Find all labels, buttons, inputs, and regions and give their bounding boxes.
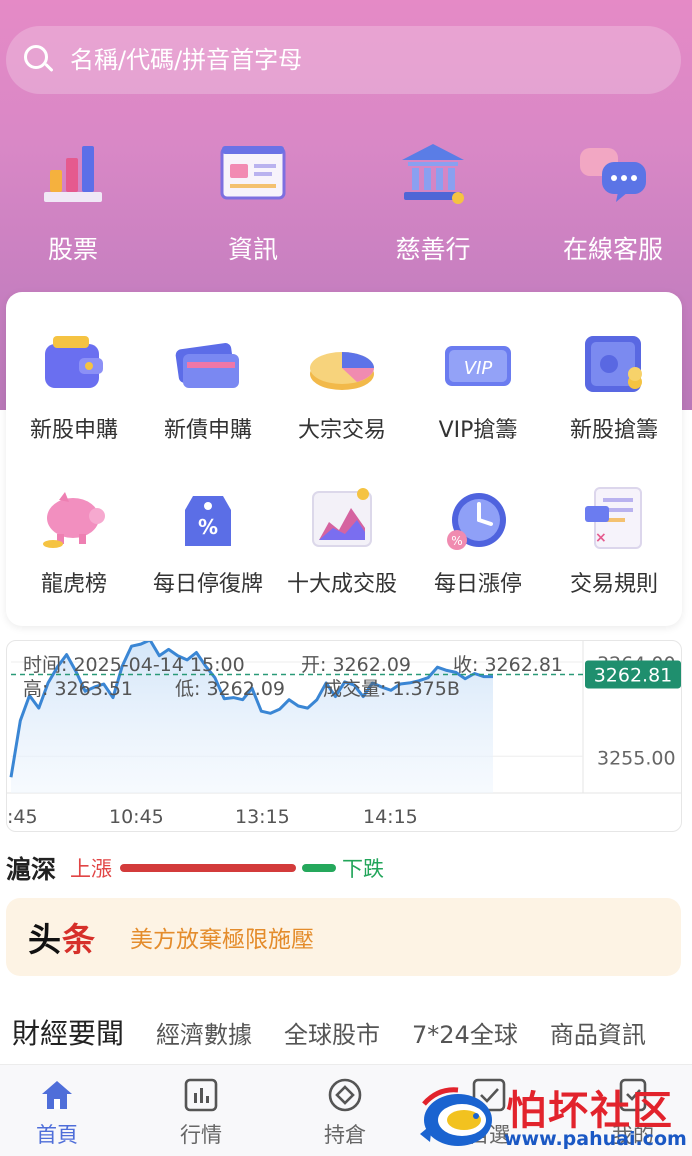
service-vip-grab[interactable]: VIP VIP搶籌 bbox=[410, 330, 546, 444]
safe-icon bbox=[579, 330, 649, 400]
pie-chart-icon bbox=[307, 330, 377, 400]
current-price-label: 3262.81 bbox=[594, 664, 673, 686]
chat-bubbles-icon bbox=[578, 140, 648, 210]
svg-text:%: % bbox=[451, 534, 462, 548]
service-new-stock-subscription[interactable]: 新股申購 bbox=[6, 330, 142, 444]
quick-link-label: 股票 bbox=[47, 235, 98, 264]
service-daily-limit-up[interactable]: % 每日漲停 bbox=[410, 484, 546, 598]
svg-text:%: % bbox=[198, 515, 218, 539]
search-icon bbox=[24, 45, 54, 75]
service-label: 龍虎榜 bbox=[40, 572, 107, 597]
service-label: 每日停復牌 bbox=[152, 572, 263, 597]
service-new-stock-grab[interactable]: 新股搶籌 bbox=[546, 330, 682, 444]
home-icon bbox=[39, 1077, 75, 1113]
tab-commodities[interactable]: 商品資訊 bbox=[550, 1015, 646, 1050]
info-volume: 成交量: 1.375B bbox=[323, 678, 460, 700]
quick-link-label: 資訊 bbox=[227, 235, 278, 264]
alarm-clock-icon: % bbox=[443, 484, 513, 554]
search-bar[interactable] bbox=[6, 26, 681, 94]
service-daily-suspension[interactable]: % 每日停復牌 bbox=[140, 484, 276, 598]
service-trading-rules[interactable]: × 交易規則 bbox=[546, 484, 682, 598]
rules-document-icon: × bbox=[579, 484, 649, 554]
service-top-ten-volume[interactable]: 十大成交股 bbox=[274, 484, 410, 598]
position-circle-icon bbox=[327, 1077, 363, 1113]
vip-card-icon: VIP bbox=[443, 330, 513, 400]
search-input[interactable] bbox=[70, 46, 630, 74]
up-label: 上漲 bbox=[70, 857, 113, 881]
area-chart-icon bbox=[307, 484, 377, 554]
service-label: 新債申購 bbox=[163, 418, 252, 443]
piggy-bank-icon bbox=[39, 484, 109, 554]
news-tabs: 財經要聞 經濟數據 全球股市 7*24全球 商品資訊 bbox=[0, 1000, 692, 1064]
service-new-bond-subscription[interactable]: 新債申購 bbox=[140, 330, 276, 444]
nav-positions[interactable]: 持倉 bbox=[290, 1077, 400, 1149]
down-label: 下跌 bbox=[342, 857, 385, 881]
market-breadth: 滬深 上漲 下跌 bbox=[6, 848, 682, 888]
down-ratio-bar bbox=[302, 864, 337, 872]
tab-economic-data[interactable]: 經濟數據 bbox=[156, 1015, 252, 1050]
y-tick-label: 3255.00 bbox=[597, 747, 676, 769]
bar-chart-icon bbox=[38, 140, 108, 210]
service-label: 新股申購 bbox=[29, 418, 118, 443]
nav-label: 行情 bbox=[180, 1123, 222, 1147]
index-line-chart: 3264.003255.003262.81:4510:4513:1514:15时… bbox=[7, 641, 681, 828]
nav-home[interactable]: 首頁 bbox=[2, 1077, 112, 1149]
cards-icon bbox=[173, 330, 243, 400]
service-label: VIP搶籌 bbox=[438, 418, 518, 443]
tab-global-markets[interactable]: 全球股市 bbox=[284, 1015, 380, 1050]
x-tick-label: :45 bbox=[7, 806, 38, 828]
fish-logo-icon bbox=[418, 1084, 504, 1150]
quick-link-support[interactable]: 在線客服 bbox=[533, 140, 692, 266]
up-ratio-bar bbox=[120, 864, 297, 872]
headline-text[interactable]: 美方放棄極限施壓 bbox=[130, 920, 314, 954]
site-watermark: 怕坏社区 www.pahuai.com bbox=[418, 1078, 692, 1156]
quick-link-stocks[interactable]: 股票 bbox=[0, 140, 153, 266]
service-label: 新股搶籌 bbox=[569, 418, 658, 443]
nav-market[interactable]: 行情 bbox=[146, 1077, 256, 1149]
market-title: 滬深 bbox=[6, 855, 57, 884]
nav-label: 首頁 bbox=[36, 1123, 78, 1147]
info-open: 开: 3262.09 bbox=[301, 654, 411, 676]
toutiao-logo: 头条 bbox=[28, 920, 96, 959]
quick-link-charity[interactable]: 慈善行 bbox=[353, 140, 513, 266]
news-board-icon bbox=[218, 140, 288, 210]
watermark-url: www.pahuai.com bbox=[504, 1128, 687, 1150]
tab-financial-news[interactable]: 財經要聞 bbox=[12, 1012, 124, 1052]
nav-label: 持倉 bbox=[324, 1123, 366, 1147]
info-high: 高: 3263.51 bbox=[23, 678, 133, 700]
discount-tag-icon: % bbox=[173, 484, 243, 554]
quick-link-label: 在線客服 bbox=[562, 235, 663, 264]
service-label: 十大成交股 bbox=[286, 572, 397, 597]
x-tick-label: 13:15 bbox=[235, 806, 290, 828]
svg-text:VIP: VIP bbox=[464, 358, 493, 379]
service-block-trade[interactable]: 大宗交易 bbox=[274, 330, 410, 444]
tab-7x24-global[interactable]: 7*24全球 bbox=[412, 1015, 518, 1050]
headline-banner[interactable]: 头条 美方放棄極限施壓 bbox=[6, 898, 681, 976]
services-card: 新股申購 新債申購 大宗交易 VIP VIP搶籌 新股搶籌 龍虎榜 % 每日停復… bbox=[6, 292, 682, 626]
service-label: 大宗交易 bbox=[297, 418, 386, 443]
service-label: 交易規則 bbox=[569, 572, 658, 597]
service-dragon-tiger-list[interactable]: 龍虎榜 bbox=[6, 484, 142, 598]
index-chart[interactable]: 3264.003255.003262.81:4510:4513:1514:15时… bbox=[6, 640, 682, 832]
info-low: 低: 3262.09 bbox=[175, 678, 285, 700]
x-tick-label: 14:15 bbox=[363, 806, 418, 828]
service-label: 每日漲停 bbox=[433, 572, 522, 597]
info-time: 时间: 2025-04-14 15:00 bbox=[23, 654, 245, 676]
bank-building-icon bbox=[398, 140, 468, 210]
wallet-icon bbox=[39, 330, 109, 400]
svg-text:×: × bbox=[595, 530, 607, 546]
info-close: 收: 3262.81 bbox=[453, 654, 563, 676]
x-tick-label: 10:45 bbox=[109, 806, 164, 828]
market-chart-icon bbox=[183, 1077, 219, 1113]
quick-link-news[interactable]: 資訊 bbox=[173, 140, 333, 266]
quick-link-label: 慈善行 bbox=[395, 235, 471, 264]
